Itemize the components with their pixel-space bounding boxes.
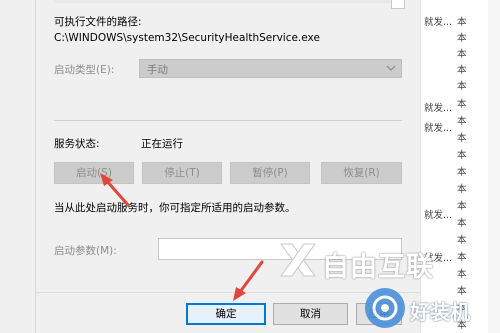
list-cell: 本 (457, 303, 467, 314)
list-item: 就发... (424, 253, 453, 264)
ok-button[interactable]: 确定 (186, 303, 266, 325)
apply-button[interactable]: 应用 (356, 303, 402, 325)
section-divider (54, 120, 402, 121)
service-status-value: 正在运行 (141, 138, 183, 150)
service-properties-dialog: 可执行文件的路径: C:\WINDOWS\system32\SecurityHe… (35, 0, 422, 333)
background-window-left (0, 0, 35, 333)
exe-path-label: 可执行文件的路径: (54, 16, 142, 28)
list-cell: 本 (457, 49, 467, 60)
list-cell: 本 (457, 99, 467, 110)
list-cell: 本 (457, 252, 467, 263)
start-button[interactable]: 启动(S) (54, 162, 134, 184)
vertical-scrollbar[interactable] (488, 0, 500, 333)
stop-button[interactable]: 停止(T) (142, 162, 222, 184)
list-cell: 本 (457, 150, 467, 161)
list-cell: 本 (457, 201, 467, 212)
list-cell: 本 (457, 81, 467, 92)
scroll-thumb-remnant (391, 0, 405, 9)
list-cell: 本 (457, 116, 467, 127)
list-cell: 本 (457, 235, 467, 246)
list-cell: 本 (457, 286, 467, 297)
start-params-label: 启动参数(M): (54, 245, 117, 257)
list-cell: 本 (457, 184, 467, 195)
list-cell: 本 (457, 33, 467, 44)
startup-type-select[interactable]: 手动 (139, 59, 402, 78)
top-clipped-edge (54, 0, 403, 3)
cancel-button[interactable]: 取消 (273, 303, 348, 325)
list-cell: 本 (457, 320, 467, 331)
start-params-hint: 当从此处启动服务时，你可指定所适用的启动参数。 (54, 202, 296, 214)
startup-type-value: 手动 (147, 64, 168, 76)
list-cell: 本 (457, 133, 467, 144)
startup-type-label: 启动类型(E): (54, 64, 115, 76)
list-item: 就发... (424, 123, 453, 134)
list-cell: 本 (457, 218, 467, 229)
resume-button[interactable]: 恢复(R) (321, 162, 402, 184)
service-status-label: 服务状态: (54, 138, 100, 150)
exe-path-value: C:\WINDOWS\system32\SecurityHealthServic… (54, 32, 320, 44)
pause-button[interactable]: 暂停(P) (230, 162, 310, 184)
list-item: 就发... (424, 103, 453, 114)
start-params-input[interactable] (158, 238, 402, 260)
list-item: 就发... (424, 17, 453, 28)
list-cell: 本 (457, 269, 467, 280)
footer-divider (36, 292, 421, 293)
list-cell: 本 (457, 65, 467, 76)
list-cell: 本 (457, 17, 467, 28)
list-item: 就发... (424, 210, 453, 221)
chevron-down-icon (386, 65, 396, 71)
list-divider (420, 0, 421, 333)
list-cell: 本 (457, 167, 467, 178)
